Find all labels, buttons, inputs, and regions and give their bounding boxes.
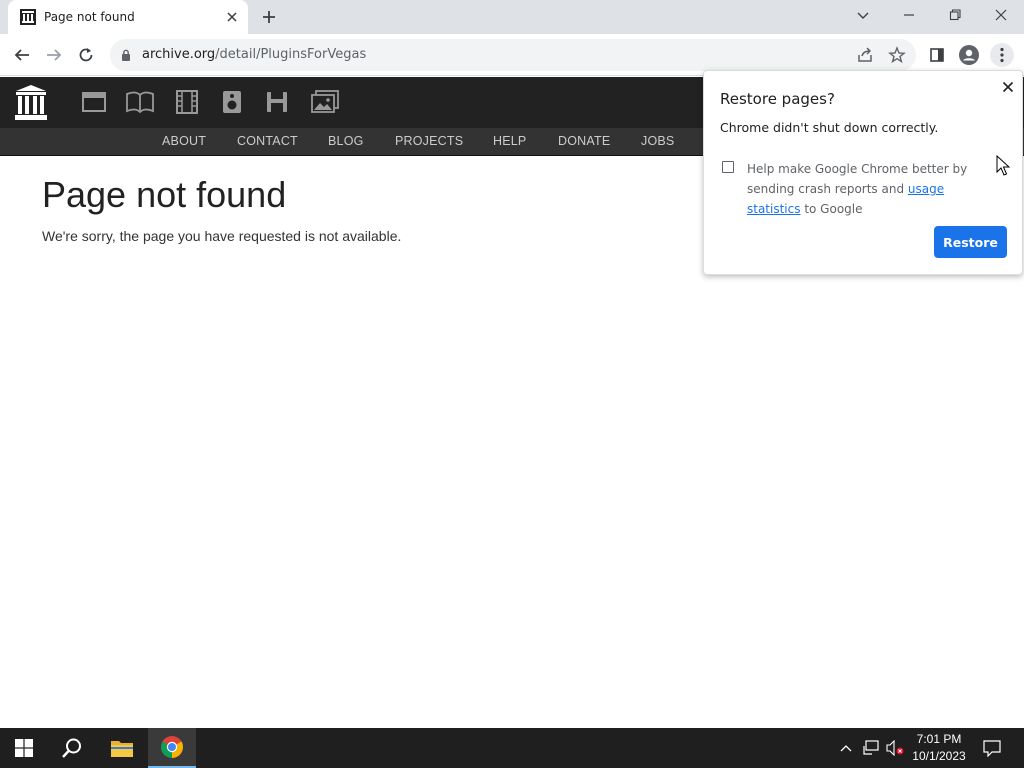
restore-pages-dialog: Restore pages? Chrome didn't shut down c… [703, 70, 1023, 275]
crash-report-text-end: to Google [800, 202, 863, 216]
forward-icon[interactable] [43, 44, 65, 66]
crash-report-label: Help make Google Chrome better by sendin… [747, 159, 997, 219]
lock-icon[interactable] [121, 49, 131, 61]
new-tab-icon[interactable] [259, 7, 279, 27]
address-bar[interactable]: archive.org/detail/PluginsForVegas [110, 39, 916, 71]
clock-time: 7:01 PM [916, 732, 962, 746]
chrome-taskbar-button[interactable] [148, 728, 196, 768]
crash-report-checkbox[interactable] [722, 161, 734, 173]
archive-favicon-icon [20, 9, 36, 25]
side-panel-icon[interactable] [926, 44, 948, 66]
windows-logo-icon [15, 739, 33, 757]
search-icon [62, 738, 81, 758]
file-explorer-button[interactable] [98, 728, 146, 768]
video-icon[interactable] [175, 90, 199, 114]
profile-avatar-icon[interactable] [958, 44, 980, 66]
reload-icon[interactable] [75, 44, 97, 66]
url-text: archive.org/detail/PluginsForVegas [142, 47, 366, 62]
chrome-menu-icon[interactable] [990, 43, 1014, 67]
tab-title: Page not found [44, 10, 135, 24]
tab-strip: Page not found [0, 0, 1024, 34]
restore-button[interactable]: Restore [934, 226, 1007, 258]
network-icon[interactable] [860, 728, 882, 768]
nav-projects[interactable]: PROJECTS [395, 134, 463, 148]
notifications-icon[interactable] [978, 728, 1006, 768]
windows-taskbar [0, 728, 1024, 768]
dialog-close-icon[interactable] [1000, 79, 1016, 95]
share-icon[interactable] [856, 46, 874, 69]
back-icon[interactable] [11, 44, 33, 66]
restore-window-icon[interactable] [932, 0, 978, 30]
bookmark-star-icon[interactable] [888, 46, 906, 69]
images-icon[interactable] [311, 90, 339, 114]
chrome-icon [161, 736, 183, 758]
nav-help[interactable]: HELP [493, 134, 526, 148]
minimize-icon[interactable] [886, 0, 932, 30]
tab-close-icon[interactable] [224, 9, 240, 25]
page-message: We're sorry, the page you have requested… [42, 228, 402, 244]
volume-muted-icon[interactable] [884, 728, 906, 768]
audio-icon[interactable] [221, 90, 243, 114]
nav-blog[interactable]: BLOG [328, 134, 364, 148]
tab-search-icon[interactable] [840, 0, 886, 30]
url-host: archive.org [142, 47, 216, 62]
dialog-title: Restore pages? [720, 90, 835, 108]
internet-archive-logo-icon[interactable] [14, 84, 48, 122]
show-hidden-icons-icon[interactable] [836, 728, 856, 768]
tab-page-not-found[interactable]: Page not found [8, 0, 248, 34]
taskbar-clock[interactable]: 7:01 PM 10/1/2023 [905, 731, 973, 765]
page-title: Page not found [42, 174, 287, 215]
texts-icon[interactable] [126, 90, 154, 114]
clock-date: 10/1/2023 [912, 749, 966, 763]
dialog-subtitle: Chrome didn't shut down correctly. [720, 120, 939, 135]
url-path: /detail/PluginsForVegas [215, 47, 367, 62]
nav-donate[interactable]: DONATE [558, 134, 610, 148]
nav-contact[interactable]: CONTACT [237, 134, 298, 148]
folder-icon [111, 741, 133, 757]
web-icon[interactable] [82, 90, 106, 114]
nav-about[interactable]: ABOUT [162, 134, 206, 148]
nav-jobs[interactable]: JOBS [641, 134, 674, 148]
start-button[interactable] [0, 728, 48, 768]
close-window-icon[interactable] [978, 0, 1024, 30]
search-button[interactable] [48, 728, 96, 768]
mouse-cursor-icon [996, 155, 1010, 176]
software-icon[interactable] [266, 90, 288, 114]
